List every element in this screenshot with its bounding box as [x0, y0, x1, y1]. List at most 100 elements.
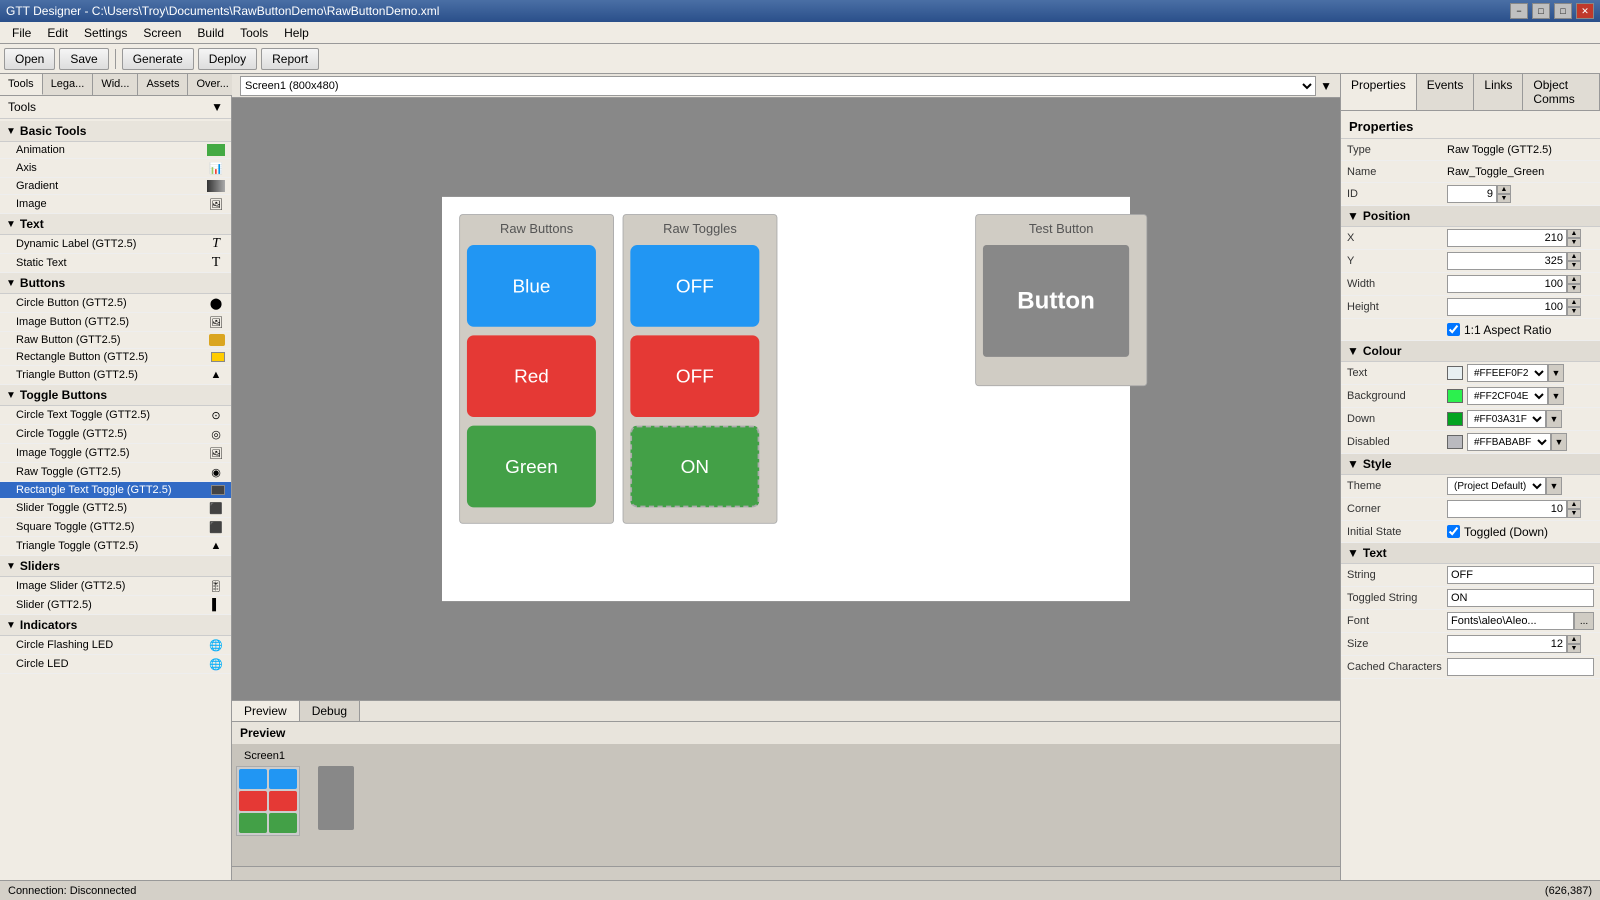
toggle-off-blue[interactable]: OFF: [630, 245, 759, 327]
tool-circle-led[interactable]: Circle LED 🌐: [0, 655, 231, 674]
tab-assets[interactable]: Assets: [138, 74, 188, 95]
colour-text-select[interactable]: #FFEEF0F2: [1467, 364, 1548, 382]
tool-image-button[interactable]: Image Button (GTT2.5) 🖼: [0, 313, 231, 332]
report-button[interactable]: Report: [261, 48, 319, 70]
tool-axis[interactable]: Axis 📊: [0, 159, 231, 178]
save-button[interactable]: Save: [59, 48, 108, 70]
tool-triangle-toggle[interactable]: Triangle Toggle (GTT2.5) ▲: [0, 537, 231, 556]
screen-dropdown-arrow[interactable]: ▼: [1320, 79, 1332, 93]
colour-bg-dropdown[interactable]: ▼: [1548, 387, 1564, 405]
prop-checkbox-aspect[interactable]: [1447, 323, 1460, 336]
y-spin-down[interactable]: ▼: [1567, 261, 1581, 270]
menu-settings[interactable]: Settings: [76, 24, 135, 42]
category-basic-tools[interactable]: ▼ Basic Tools: [0, 121, 231, 142]
restore-button[interactable]: □: [1532, 3, 1550, 19]
menu-build[interactable]: Build: [189, 24, 232, 42]
font-browse-button[interactable]: ...: [1574, 612, 1594, 630]
toggle-off-red[interactable]: OFF: [630, 335, 759, 417]
width-spin-up[interactable]: ▲: [1567, 275, 1581, 284]
menu-edit[interactable]: Edit: [39, 24, 76, 42]
tab-events[interactable]: Events: [1417, 74, 1475, 110]
size-spin-up[interactable]: ▲: [1567, 635, 1581, 644]
test-button[interactable]: Button: [983, 245, 1129, 357]
tab-over[interactable]: Over...: [188, 74, 237, 95]
generate-button[interactable]: Generate: [122, 48, 194, 70]
button-red[interactable]: Red: [467, 335, 596, 417]
maximize-button[interactable]: □: [1554, 3, 1572, 19]
menu-file[interactable]: File: [4, 24, 39, 42]
tab-properties[interactable]: Properties: [1341, 74, 1417, 110]
theme-dropdown[interactable]: ▼: [1546, 477, 1562, 495]
prop-input-toggled-string[interactable]: [1447, 589, 1594, 607]
category-toggle-buttons[interactable]: ▼ Toggle Buttons: [0, 385, 231, 406]
tool-raw-button[interactable]: Raw Button (GTT2.5): [0, 332, 231, 349]
tool-raw-toggle[interactable]: Raw Toggle (GTT2.5) ◉: [0, 463, 231, 482]
tab-object-comms[interactable]: Object Comms: [1523, 74, 1600, 110]
x-spin-down[interactable]: ▼: [1567, 238, 1581, 247]
prop-input-id[interactable]: [1447, 185, 1497, 203]
theme-select[interactable]: (Project Default): [1447, 477, 1546, 495]
height-spin-up[interactable]: ▲: [1567, 298, 1581, 307]
colour-down-dropdown[interactable]: ▼: [1546, 410, 1562, 428]
tools-dropdown-icon[interactable]: ▼: [211, 100, 223, 114]
category-text[interactable]: ▼ Text: [0, 214, 231, 235]
prop-input-size[interactable]: [1447, 635, 1567, 653]
prop-input-font[interactable]: [1447, 612, 1574, 630]
tool-square-toggle[interactable]: Square Toggle (GTT2.5) ⬛: [0, 518, 231, 537]
open-button[interactable]: Open: [4, 48, 55, 70]
prop-checkbox-initial-state[interactable]: [1447, 525, 1460, 538]
menu-help[interactable]: Help: [276, 24, 317, 42]
tab-lega[interactable]: Lega...: [43, 74, 94, 95]
close-button[interactable]: ✕: [1576, 3, 1594, 19]
corner-spin-down[interactable]: ▼: [1567, 509, 1581, 518]
tool-image[interactable]: Image 🖼: [0, 195, 231, 214]
height-spin-down[interactable]: ▼: [1567, 307, 1581, 316]
id-spin-down[interactable]: ▼: [1497, 194, 1511, 203]
size-spin-down[interactable]: ▼: [1567, 644, 1581, 653]
prop-input-height[interactable]: [1447, 298, 1567, 316]
prop-input-cached-chars[interactable]: [1447, 658, 1594, 676]
tool-image-slider[interactable]: Image Slider (GTT2.5) 🎚: [0, 577, 231, 596]
tab-wid[interactable]: Wid...: [93, 74, 138, 95]
y-spin-up[interactable]: ▲: [1567, 252, 1581, 261]
prop-input-corner[interactable]: [1447, 500, 1567, 518]
tool-static-text[interactable]: Static Text T: [0, 254, 231, 273]
deploy-button[interactable]: Deploy: [198, 48, 257, 70]
button-blue[interactable]: Blue: [467, 245, 596, 327]
button-green[interactable]: Green: [467, 426, 596, 508]
tool-circle-flashing-led[interactable]: Circle Flashing LED 🌐: [0, 636, 231, 655]
x-spin-up[interactable]: ▲: [1567, 229, 1581, 238]
category-indicators[interactable]: ▼ Indicators: [0, 615, 231, 636]
colour-disabled-dropdown[interactable]: ▼: [1551, 433, 1567, 451]
colour-disabled-select[interactable]: #FFBABABF: [1467, 433, 1551, 451]
tab-preview[interactable]: Preview: [232, 701, 300, 721]
tab-debug[interactable]: Debug: [300, 701, 360, 721]
section-position[interactable]: ▼ Position: [1341, 206, 1600, 227]
tab-tools[interactable]: Tools: [0, 74, 43, 95]
section-style[interactable]: ▼ Style: [1341, 454, 1600, 475]
prop-input-x[interactable]: [1447, 229, 1567, 247]
minimize-button[interactable]: −: [1510, 3, 1528, 19]
tab-links[interactable]: Links: [1474, 74, 1523, 110]
tool-gradient[interactable]: Gradient: [0, 178, 231, 195]
tool-rectangle-text-toggle[interactable]: Rectangle Text Toggle (GTT2.5): [0, 482, 231, 499]
tool-animation[interactable]: Animation: [0, 142, 231, 159]
category-sliders[interactable]: ▼ Sliders: [0, 556, 231, 577]
tool-slider-toggle[interactable]: Slider Toggle (GTT2.5) ⬛: [0, 499, 231, 518]
prop-input-y[interactable]: [1447, 252, 1567, 270]
colour-down-select[interactable]: #FF03A31F: [1467, 410, 1546, 428]
prop-input-string[interactable]: [1447, 566, 1594, 584]
tool-image-toggle[interactable]: Image Toggle (GTT2.5) 🖼: [0, 444, 231, 463]
prop-input-width[interactable]: [1447, 275, 1567, 293]
colour-bg-select[interactable]: #FF2CF04E: [1467, 387, 1548, 405]
tool-dynamic-label[interactable]: Dynamic Label (GTT2.5) T: [0, 235, 231, 254]
tool-circle-text-toggle[interactable]: Circle Text Toggle (GTT2.5) ⊙: [0, 406, 231, 425]
menu-screen[interactable]: Screen: [135, 24, 189, 42]
tool-circle-toggle[interactable]: Circle Toggle (GTT2.5) ◎: [0, 425, 231, 444]
toggle-on-green[interactable]: ON: [630, 426, 759, 508]
width-spin-down[interactable]: ▼: [1567, 284, 1581, 293]
tool-rectangle-button[interactable]: Rectangle Button (GTT2.5): [0, 349, 231, 366]
menu-tools[interactable]: Tools: [232, 24, 276, 42]
tool-slider[interactable]: Slider (GTT2.5) ▌: [0, 596, 231, 615]
section-text[interactable]: ▼ Text: [1341, 543, 1600, 564]
